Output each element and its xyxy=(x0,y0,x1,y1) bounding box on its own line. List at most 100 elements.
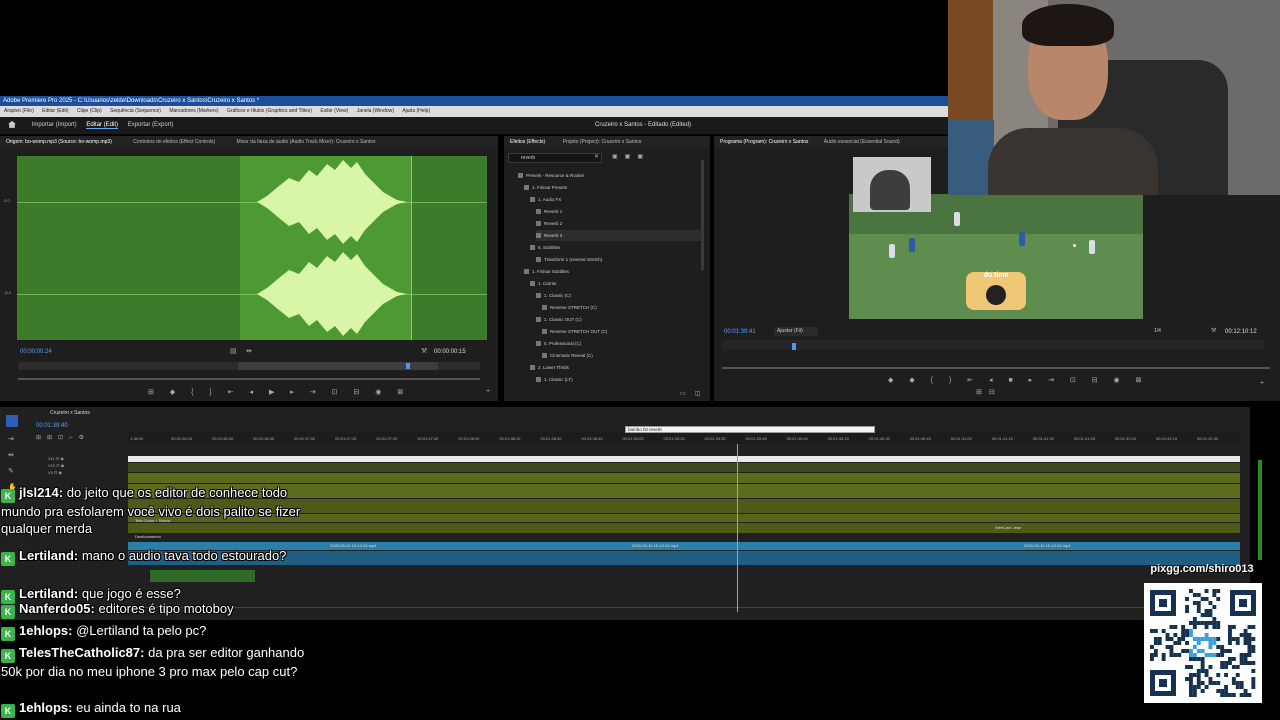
timeline-playhead[interactable] xyxy=(737,444,738,612)
source-scrub-head[interactable] xyxy=(406,363,410,369)
selection-tool-icon[interactable] xyxy=(6,415,18,427)
sequence-tab[interactable]: Cruzeiro x Santos xyxy=(50,410,90,416)
timeline-marker[interactable]: bambo hit reverb xyxy=(625,426,875,433)
qr-module xyxy=(1150,657,1154,661)
new-bin-icon[interactable]: ▭◫ xyxy=(680,390,709,397)
program-timecode[interactable]: 00:01:39:41 xyxy=(724,329,756,335)
tab-import[interactable]: Importar (Import) xyxy=(32,122,77,128)
effects-tree-item[interactable]: 1. Carrier xyxy=(530,278,557,289)
menu-help[interactable]: Ajuda (Help) xyxy=(402,108,430,114)
qr-module xyxy=(1212,589,1217,593)
menu-view[interactable]: Exibir (View) xyxy=(320,108,348,114)
effects-tree-label: Reverse STRETCH OUT (C) xyxy=(550,329,608,334)
effects-tree-label: Transform 1 (reverse stretch) xyxy=(544,257,603,262)
resolution-select[interactable]: 1/4 xyxy=(1154,328,1161,334)
qr-module xyxy=(1192,621,1197,625)
menu-markers[interactable]: Marcadores (Markers) xyxy=(169,108,218,114)
tab-effect-controls[interactable]: Controles de efeitos (Effect Controls) xyxy=(133,139,215,145)
timeline-tick-label: 00:01:41:00 xyxy=(950,436,972,441)
effects-tree-item[interactable]: Presets - Resource & Rookie xyxy=(518,170,584,181)
tab-audio-mixer[interactable]: Mixer da faixa de áudio (Audio Track Mix… xyxy=(237,139,376,145)
qr-module xyxy=(1231,665,1236,669)
effects-tree-item[interactable]: 2. Lower Thirds xyxy=(530,362,569,373)
zoom-fit-select[interactable]: Ajustar (Fit) xyxy=(774,327,818,336)
home-icon[interactable] xyxy=(8,120,16,128)
drag-audio-icon[interactable]: ⇹ xyxy=(246,347,252,355)
tab-edit[interactable]: Editar (Edit) xyxy=(86,122,119,129)
program-time-ruler[interactable] xyxy=(722,340,1264,350)
source-time-ruler[interactable] xyxy=(18,362,480,370)
effects-tree-item[interactable]: 6. Subtitles xyxy=(530,242,560,253)
effects-tree-item[interactable]: 1. Finisar Presets xyxy=(524,182,567,193)
menu-file[interactable]: Arquivo (File) xyxy=(4,108,34,114)
add-button-icon[interactable]: + xyxy=(486,388,490,395)
preset-icon xyxy=(536,221,541,227)
effects-tree-item[interactable]: Reverse STRETCH (C) xyxy=(542,302,597,313)
source-timecode[interactable]: 00:00:00:24 xyxy=(20,349,52,355)
effects-tree-item[interactable]: Cinematic Reveal (C) xyxy=(542,350,593,361)
wrench-icon[interactable]: ⚒ xyxy=(421,347,427,355)
add-button-icon[interactable]: + xyxy=(1260,380,1264,387)
tab-project[interactable]: Projeto (Project): Cruzeiro x Santos xyxy=(563,139,642,145)
audio-waveform[interactable] xyxy=(17,156,487,340)
effects-tree-item[interactable]: 1. Audio FX xyxy=(530,194,561,205)
effects-scrollbar[interactable] xyxy=(701,160,704,270)
effects-tree-item[interactable]: 1. Classic OUT (C) xyxy=(536,314,582,325)
program-webcam-person xyxy=(870,170,910,210)
effects-tree-item[interactable]: 1. Finisar Subtitles xyxy=(524,266,569,277)
effects-tree-item[interactable]: Transform 1 (reverse stretch) xyxy=(536,254,602,265)
track-header-v11[interactable]: V11 ⊡ ◉ xyxy=(48,455,64,462)
effects-tree-item[interactable]: 1. Classic (LT) xyxy=(536,374,573,385)
qr-module xyxy=(1208,609,1213,613)
clear-search-icon[interactable]: ✕ xyxy=(594,153,599,160)
tab-effects[interactable]: Efeitos (Effects) xyxy=(510,139,545,145)
menu-window[interactable]: Janela (Window) xyxy=(357,108,394,114)
clip-white-bar[interactable] xyxy=(128,456,1240,462)
qr-module xyxy=(1251,625,1256,629)
insert-icon[interactable]: ▤ xyxy=(230,347,237,355)
effects-tree-item[interactable]: Reverb 1 xyxy=(536,206,562,217)
tab-program[interactable]: Programa (Program): Cruzeiro x Santos xyxy=(720,139,808,145)
menu-edit[interactable]: Editar (Edit) xyxy=(42,108,68,114)
program-scrub-head[interactable] xyxy=(792,343,796,350)
effects-filter-icons[interactable]: ▣▣▣ xyxy=(612,153,650,160)
qr-finder xyxy=(1230,590,1256,616)
effects-search-input[interactable] xyxy=(508,153,602,163)
tab-essential-sound[interactable]: Áudio essencial (Essential Sound) xyxy=(824,139,900,145)
clip-track-v9[interactable] xyxy=(128,473,1240,483)
timeline-timecode[interactable]: 00:01:39:40 xyxy=(36,423,68,429)
menu-clip[interactable]: Clipe (Clip) xyxy=(77,108,102,114)
qr-module xyxy=(1247,625,1252,629)
program-transport-controls[interactable]: ◆ ◆ { } ⇤ ◂ ■ ▸ ⇥ ⊡ ⊟ ◉ ⊠ xyxy=(888,376,1148,384)
qr-module xyxy=(1216,689,1221,693)
tab-source[interactable]: Origem: bo-womp.mp3 (Source: bo-womp.mp3… xyxy=(6,139,112,145)
qr-module xyxy=(1208,621,1213,625)
effects-tree-item[interactable]: 5. Professional (C) xyxy=(536,338,581,349)
preset-icon xyxy=(536,209,541,215)
program-extra-controls[interactable]: ⊞⊟ xyxy=(976,388,1002,396)
effects-tree-item[interactable]: Reverb 3 xyxy=(536,230,702,241)
qr-module xyxy=(1169,649,1174,653)
effects-tree-item[interactable]: 1. Classic (C) xyxy=(536,290,571,301)
qr-module xyxy=(1200,681,1205,685)
folder-icon xyxy=(524,185,529,191)
menu-graphics[interactable]: Gráficos e títulos (Graphics and Titles) xyxy=(227,108,312,114)
effects-tree-item[interactable]: Reverb 2 xyxy=(536,218,562,229)
program-overlay-text: do time xyxy=(983,272,1009,279)
effects-tree-item[interactable]: Reverse STRETCH OUT (C) xyxy=(542,326,607,337)
source-transport-controls[interactable]: ⊞ ◆ { } ⇤ ◂ ▶ ▸ ⇥ ⊡ ⊟ ◉ ⊠ xyxy=(148,388,410,396)
track-header-v9[interactable]: V9 ⊡ ◉ xyxy=(48,469,64,476)
clip-track-v10[interactable] xyxy=(128,463,1240,472)
menu-sequence[interactable]: Sequência (Sequence) xyxy=(110,108,161,114)
source-zoom-bar[interactable] xyxy=(18,378,480,380)
source-playhead[interactable] xyxy=(411,156,412,340)
track-header-v10[interactable]: V10 ⊡ ◉ xyxy=(48,462,64,469)
qr-module xyxy=(1224,689,1228,693)
qr-module xyxy=(1247,641,1252,645)
program-zoom-bar[interactable] xyxy=(722,367,1270,369)
wrench-icon[interactable]: ⚒ xyxy=(1211,327,1216,334)
timeline-settings-icons[interactable]: ⊞⊞⊡⌐⚙ xyxy=(36,434,90,441)
chat-text: eu ainda to na rua xyxy=(76,700,181,715)
timeline-tick-label: 00:01:37:15 xyxy=(335,436,357,441)
tab-export[interactable]: Exportar (Export) xyxy=(128,122,174,128)
